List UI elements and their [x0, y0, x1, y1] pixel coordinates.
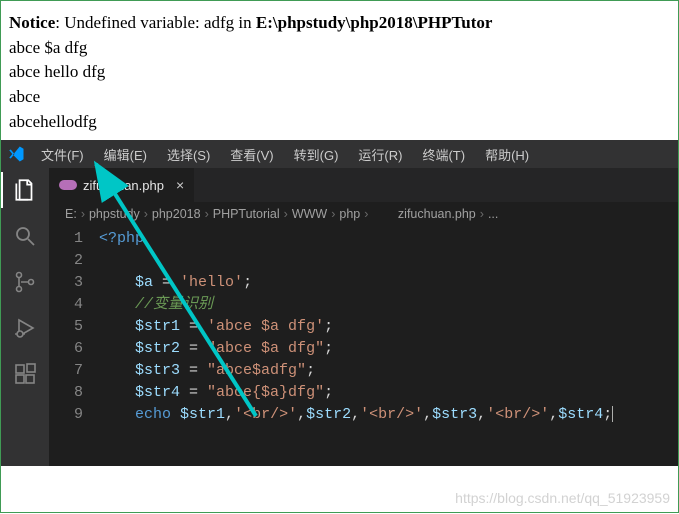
code-line-3: $a = 'hello'; — [99, 272, 678, 294]
tab-zifuchuan[interactable]: zifuchuan.php × — [49, 168, 195, 202]
explorer-icon[interactable] — [11, 176, 39, 204]
code-line-5: $str1 = 'abce $a dfg'; — [99, 316, 678, 338]
output-line-2: abce hello dfg — [9, 60, 670, 85]
line-number: 3 — [49, 272, 83, 294]
notice-text: : Undefined variable: adfg in — [55, 13, 256, 32]
output-line-4: abcehellodfg — [9, 110, 670, 135]
menu-terminal[interactable]: 终端(T) — [414, 140, 473, 168]
menu-view[interactable]: 查看(V) — [222, 140, 281, 168]
code-line-6: $str2 = "abce $a dfg"; — [99, 338, 678, 360]
close-icon[interactable]: × — [176, 177, 184, 193]
line-number: 1 — [49, 228, 83, 250]
code-line-2 — [99, 250, 678, 272]
line-number: 5 — [49, 316, 83, 338]
code-line-7: $str3 = "abce$adfg"; — [99, 360, 678, 382]
line-number: 4 — [49, 294, 83, 316]
code-line-9: echo $str1,'<br/>',$str2,'<br/>',$str3,'… — [99, 404, 678, 426]
output-line-3: abce — [9, 85, 670, 110]
chevron-right-icon: › — [144, 207, 148, 221]
output-line-1: abce $a dfg — [9, 36, 670, 61]
menu-edit[interactable]: 编辑(E) — [96, 140, 155, 168]
php-file-icon — [59, 180, 77, 190]
crumb-phpstudy[interactable]: phpstudy — [89, 207, 140, 221]
notice-path: E:\phpstudy\php2018\PHPTutor — [256, 13, 493, 32]
menu-file[interactable]: 文件(F) — [33, 140, 92, 168]
menu-select[interactable]: 选择(S) — [159, 140, 218, 168]
menu-bar: 文件(F) 编辑(E) 选择(S) 查看(V) 转到(G) 运行(R) 终端(T… — [1, 140, 678, 168]
line-number: 2 — [49, 250, 83, 272]
watermark-text: https://blog.csdn.net/qq_51923959 — [455, 490, 670, 506]
menu-help[interactable]: 帮助(H) — [477, 140, 537, 168]
chevron-right-icon: › — [364, 207, 368, 221]
code-line-4: //变量识别 — [99, 294, 678, 316]
main-area: zifuchuan.php × E: › phpstudy › php2018 … — [1, 168, 678, 466]
run-debug-icon[interactable] — [11, 314, 39, 342]
activity-bar — [1, 168, 49, 466]
code-line-8: $str4 = "abce{$a}dfg"; — [99, 382, 678, 404]
line-number: 7 — [49, 360, 83, 382]
tab-filename: zifuchuan.php — [83, 178, 164, 193]
crumb-php2018[interactable]: php2018 — [152, 207, 201, 221]
php-file-icon — [372, 210, 386, 218]
editor-area: zifuchuan.php × E: › phpstudy › php2018 … — [49, 168, 678, 466]
php-notice-line: Notice: Undefined variable: adfg in E:\p… — [9, 11, 670, 36]
breadcrumb: E: › phpstudy › php2018 › PHPTutorial › … — [49, 202, 678, 226]
crumb-php[interactable]: php — [339, 207, 360, 221]
source-control-icon[interactable] — [11, 268, 39, 296]
chevron-right-icon: › — [480, 207, 484, 221]
notice-label: Notice — [9, 13, 55, 32]
menu-goto[interactable]: 转到(G) — [286, 140, 347, 168]
search-icon[interactable] — [11, 222, 39, 250]
crumb-drive[interactable]: E: — [65, 207, 77, 221]
chevron-right-icon: › — [284, 207, 288, 221]
code-editor[interactable]: 1 2 3 4 5 6 7 8 9 <?php $a = 'hello'; //… — [49, 226, 678, 426]
tab-bar: zifuchuan.php × — [49, 168, 678, 202]
code-line-1: <?php — [99, 228, 678, 250]
crumb-more[interactable]: ... — [488, 207, 498, 221]
vscode-window: 文件(F) 编辑(E) 选择(S) 查看(V) 转到(G) 运行(R) 终端(T… — [1, 140, 678, 466]
code-lines[interactable]: <?php $a = 'hello'; //变量识别 $str1 = 'abce… — [99, 228, 678, 426]
crumb-file[interactable]: zifuchuan.php — [372, 207, 475, 221]
browser-output: Notice: Undefined variable: adfg in E:\p… — [1, 1, 678, 140]
line-number: 8 — [49, 382, 83, 404]
chevron-right-icon: › — [205, 207, 209, 221]
line-number: 6 — [49, 338, 83, 360]
chevron-right-icon: › — [81, 207, 85, 221]
extensions-icon[interactable] — [11, 360, 39, 388]
line-number-gutter: 1 2 3 4 5 6 7 8 9 — [49, 228, 99, 426]
text-cursor — [612, 406, 613, 422]
crumb-www[interactable]: WWW — [292, 207, 327, 221]
chevron-right-icon: › — [331, 207, 335, 221]
crumb-phptutorial[interactable]: PHPTutorial — [213, 207, 280, 221]
vscode-logo-icon — [7, 145, 25, 163]
line-number: 9 — [49, 404, 83, 426]
menu-run[interactable]: 运行(R) — [350, 140, 410, 168]
